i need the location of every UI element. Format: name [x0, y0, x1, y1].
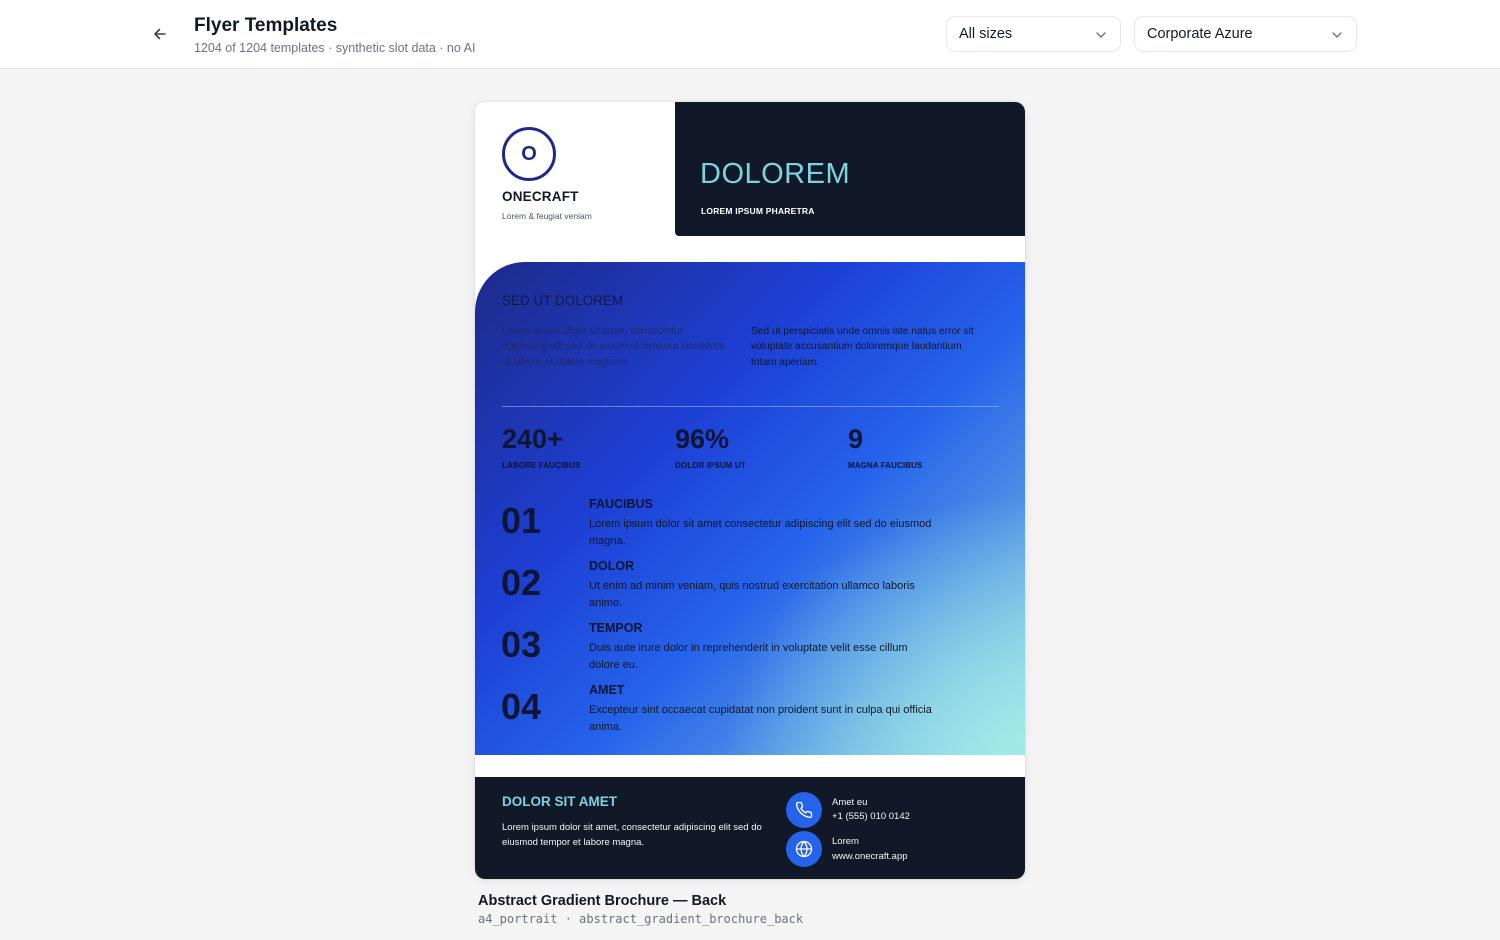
step-item: 04 AMET Excepteur sint occaecat cupidata… — [501, 683, 961, 745]
stat-item: 96% DOLOR IPSUM UT — [675, 424, 746, 470]
logo-letter: O — [521, 142, 537, 165]
contact-web-value: www.onecraft.app — [832, 851, 908, 862]
template-meta: a4_portrait · abstract_gradient_brochure… — [478, 912, 804, 926]
top-bar: Flyer Templates 1204 of 1204 templates ·… — [0, 0, 1500, 69]
step-item: 03 TEMPOR Duis aute irure dolor in repre… — [501, 621, 961, 683]
step-item: 02 DOLOR Ut enim ad minim veniam, quis n… — [501, 559, 961, 621]
step-heading: DOLOR — [589, 559, 635, 573]
stat-label: MAGNA FAUCIBUS — [848, 461, 923, 470]
phone-icon — [786, 792, 822, 828]
section-divider — [502, 406, 999, 407]
stat-label: LABORE FAUCIBUS — [502, 461, 581, 470]
section-paragraph-left: Lorem ipsum dolor sit amet, consectetur … — [502, 326, 724, 368]
size-filter-value: All sizes — [959, 26, 1013, 42]
arrow-left-icon — [154, 28, 166, 40]
flyer-preview[interactable]: O ONECRAFT Lorem & feugiat veniam DOLORE… — [475, 102, 1025, 879]
stat-item: 9 MAGNA FAUCIBUS — [848, 424, 922, 470]
gradient-panel: SED UT DOLOREM Lorem ipsum dolor sit ame… — [475, 262, 1025, 755]
brand-logo: O — [502, 127, 556, 181]
step-description: Duis aute irure dolor in reprehenderit i… — [589, 642, 908, 671]
hero-title: DOLOREM — [700, 158, 851, 190]
theme-filter-value: Corporate Azure — [1147, 26, 1253, 42]
contact-web-label: Lorem — [832, 836, 859, 847]
hero-subtitle: LOREM IPSUM PHARETRA — [701, 206, 815, 216]
template-name: Abstract Gradient Brochure — Back — [478, 893, 727, 909]
section-title: SED UT DOLOREM — [502, 293, 624, 308]
flyer-footer: DOLOR SIT AMET Lorem ipsum dolor sit ame… — [475, 777, 1025, 879]
step-heading: TEMPOR — [589, 621, 643, 635]
step-item: 01 FAUCIBUS Lorem ipsum dolor sit amet c… — [501, 497, 961, 559]
step-number: 04 — [501, 686, 542, 727]
page-title: Flyer Templates — [194, 15, 338, 36]
step-number: 02 — [501, 562, 542, 603]
globe-icon — [786, 831, 822, 867]
stat-value: 9 — [848, 424, 864, 454]
footer-title: DOLOR SIT AMET — [502, 794, 617, 809]
step-number: 03 — [501, 624, 542, 665]
chevron-down-icon — [1096, 32, 1106, 38]
back-button[interactable] — [148, 22, 172, 46]
page-subtitle: 1204 of 1204 templates · synthetic slot … — [194, 41, 476, 55]
section-paragraph-right: Sed ut perspiciatis unde omnis iste natu… — [751, 326, 974, 368]
hero-banner: DOLOREM LOREM IPSUM PHARETRA — [675, 102, 1025, 236]
size-filter-select[interactable]: All sizes — [946, 16, 1121, 52]
step-heading: FAUCIBUS — [589, 497, 653, 511]
step-description: Ut enim ad minim veniam, quis nostrud ex… — [589, 580, 915, 609]
step-heading: AMET — [589, 683, 625, 697]
stat-value: 96% — [675, 424, 730, 454]
brand-name: ONECRAFT — [502, 189, 579, 204]
step-number: 01 — [501, 500, 542, 541]
step-description: Excepteur sint occaecat cupidatat non pr… — [589, 704, 932, 733]
stat-label: DOLOR IPSUM UT — [675, 461, 746, 470]
chevron-down-icon — [1332, 32, 1342, 38]
stat-item: 240+ LABORE FAUCIBUS — [502, 424, 580, 470]
brand-tagline: Lorem & feugiat veniam — [502, 211, 592, 221]
step-description: Lorem ipsum dolor sit amet consectetur a… — [589, 518, 932, 547]
theme-filter-select[interactable]: Corporate Azure — [1134, 16, 1357, 52]
contact-phone-label: Amet eu — [832, 797, 868, 808]
contact-phone-value: +1 (555) 010 0142 — [832, 811, 910, 822]
footer-text: Lorem ipsum dolor sit amet, consectetur … — [502, 822, 762, 848]
stat-value: 240+ — [502, 424, 563, 454]
